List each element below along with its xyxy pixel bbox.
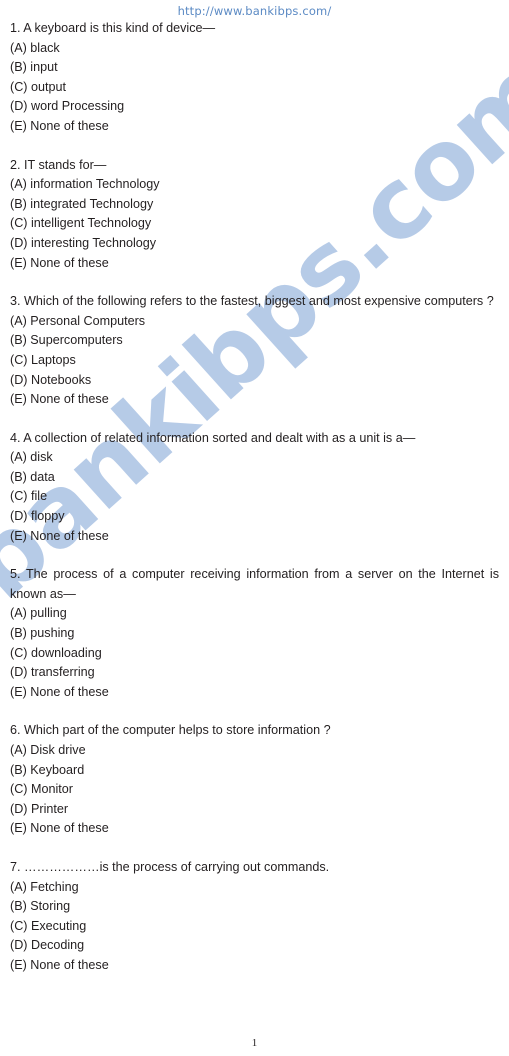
answer-option[interactable]: (C) output <box>10 78 499 98</box>
answer-option[interactable]: (D) floppy <box>10 507 499 527</box>
answer-option[interactable]: (D) transferring <box>10 663 499 683</box>
question-stem: 1. A keyboard is this kind of device— <box>10 21 216 35</box>
answer-option[interactable]: (E) None of these <box>10 117 499 137</box>
answer-option[interactable]: (D) Decoding <box>10 936 499 956</box>
site-url-link[interactable]: http://www.bankibps.com/ <box>178 4 332 18</box>
answer-option[interactable]: (B) data <box>10 468 499 488</box>
answer-option[interactable]: (A) disk <box>10 448 499 468</box>
question-block: 7. ………………is the process of carrying out … <box>10 858 499 976</box>
answer-option[interactable]: (B) Keyboard <box>10 761 499 781</box>
question-list: 1. A keyboard is this kind of device— (A)… <box>10 19 499 976</box>
question-block: 3. Which of the following refers to the … <box>10 292 499 410</box>
answer-option[interactable]: (E) None of these <box>10 956 499 976</box>
question-block: 1. A keyboard is this kind of device— (A)… <box>10 19 499 137</box>
question-stem: 5. The process of a computer receiving i… <box>10 567 503 601</box>
answer-option[interactable]: (E) None of these <box>10 819 499 839</box>
answer-option[interactable]: (E) None of these <box>10 527 499 547</box>
answer-option[interactable]: (A) Personal Computers <box>10 312 499 332</box>
answer-option[interactable]: (C) Laptops <box>10 351 499 371</box>
answer-option[interactable]: (A) information Technology <box>10 175 499 195</box>
answer-option[interactable]: (D) interesting Technology <box>10 234 499 254</box>
answer-option[interactable]: (D) word Processing <box>10 97 499 117</box>
question-stem: 6. Which part of the computer helps to s… <box>10 723 331 738</box>
answer-option[interactable]: (A) Fetching <box>10 878 499 898</box>
answer-option[interactable]: (B) Supercomputers <box>10 331 499 351</box>
answer-option[interactable]: (D) Printer <box>10 800 499 820</box>
answer-option[interactable]: (E) None of these <box>10 254 499 274</box>
answer-option[interactable]: (C) file <box>10 487 499 507</box>
answer-option[interactable]: (C) Executing <box>10 917 499 937</box>
page-footer: 1 <box>0 1033 509 1051</box>
question-stem: 4. A collection of related information s… <box>10 430 416 445</box>
answer-option[interactable]: (B) integrated Technology <box>10 195 499 215</box>
answer-option[interactable]: (A) pulling <box>10 604 499 624</box>
question-stem: 2. IT stands for— <box>10 157 107 172</box>
answer-option[interactable]: (C) downloading <box>10 644 499 664</box>
answer-option[interactable]: (C) Monitor <box>10 780 499 800</box>
answer-option[interactable]: (B) Storing <box>10 897 499 917</box>
page-header: http://www.bankibps.com/ <box>0 2 509 20</box>
question-block: 6. Which part of the computer helps to s… <box>10 721 499 839</box>
answer-option[interactable]: (E) None of these <box>10 683 499 703</box>
answer-option[interactable]: (A) Disk drive <box>10 741 499 761</box>
question-stem: 3. Which of the following refers to the … <box>10 294 494 309</box>
document-page: bankibps.com http://www.bankibps.com/ 1.… <box>0 0 509 1056</box>
question-stem: 7. ………………is the process of carrying out … <box>10 859 330 874</box>
question-block: 5. The process of a computer receiving i… <box>10 565 499 702</box>
question-block: 4. A collection of related information s… <box>10 429 499 547</box>
answer-option[interactable]: (B) pushing <box>10 624 499 644</box>
question-block: 2. IT stands for— (A) information Technol… <box>10 156 499 274</box>
answer-option[interactable]: (D) Notebooks <box>10 371 499 391</box>
answer-option[interactable]: (E) None of these <box>10 390 499 410</box>
answer-option[interactable]: (A) black <box>10 39 499 59</box>
answer-option[interactable]: (B) input <box>10 58 499 78</box>
page-number: 1 <box>251 1037 258 1049</box>
answer-option[interactable]: (C) intelligent Technology <box>10 214 499 234</box>
